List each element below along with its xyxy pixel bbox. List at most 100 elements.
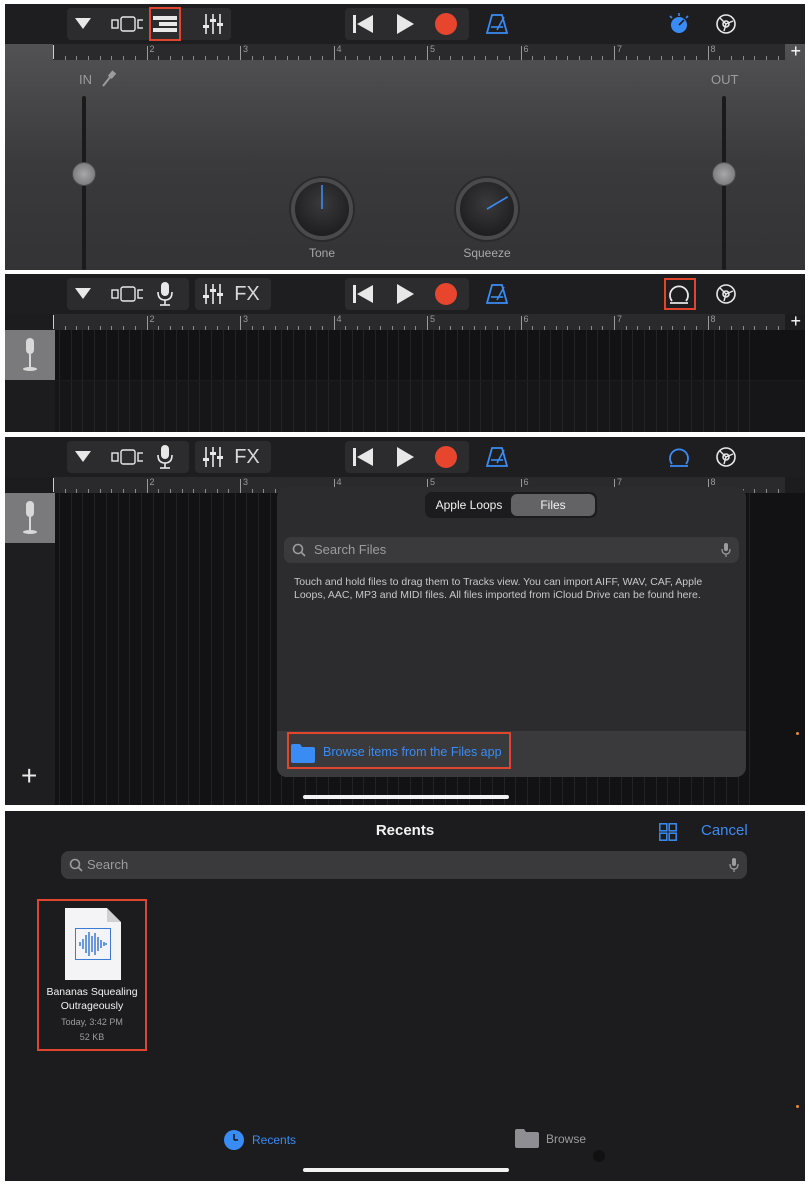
grid-line: [562, 381, 564, 432]
grid-line: [737, 330, 739, 380]
ruler-bar-line: [614, 316, 615, 330]
tab-files[interactable]: Files: [511, 494, 595, 516]
timeline-ruler[interactable]: 2 3 4 5 6 7 8: [53, 314, 785, 330]
ruler-number: 8: [710, 44, 716, 54]
audio-track-header[interactable]: [5, 330, 55, 380]
ruler-tick: [497, 56, 499, 60]
view-toggle-icon: [111, 16, 143, 32]
squeeze-knob[interactable]: [456, 178, 518, 240]
playhead-marker[interactable]: [53, 315, 54, 329]
tab-apple-loops[interactable]: Apple Loops: [427, 494, 511, 516]
ruler-tick: [649, 56, 651, 60]
search-field[interactable]: Search: [61, 851, 747, 879]
grid-line: [421, 330, 423, 380]
output-label: OUT: [711, 72, 739, 87]
playhead-marker[interactable]: [53, 45, 54, 59]
metronome-button[interactable]: [481, 441, 513, 473]
cancel-button[interactable]: Cancel: [701, 822, 748, 839]
mixer-sliders-icon: [203, 284, 223, 304]
add-section-button[interactable]: +: [790, 42, 801, 60]
mixer-sliders-icon: [203, 14, 223, 34]
ruler-tick: [637, 56, 639, 60]
rewind-button[interactable]: [347, 278, 379, 310]
file-name-line2: Outrageously: [60, 1000, 124, 1012]
metronome-icon: [486, 14, 508, 34]
settings-button[interactable]: [710, 441, 742, 473]
ruler-tick: [251, 56, 253, 60]
tracks-menu-button[interactable]: [67, 8, 99, 40]
ruler-bar-line: [333, 316, 335, 330]
waveform-icon: [75, 928, 111, 960]
empty-track-area[interactable]: [55, 381, 805, 432]
grid-line: [152, 330, 154, 380]
squeeze-label: Squeeze: [463, 246, 511, 260]
play-button[interactable]: [389, 278, 421, 310]
ruler-number: 6: [523, 44, 529, 54]
view-toggle-icon: [111, 286, 143, 302]
grid-line: [328, 381, 330, 432]
settings-button[interactable]: [710, 278, 742, 310]
tab-browse[interactable]: Browse: [515, 1129, 586, 1148]
grid-view-icon[interactable]: [659, 823, 677, 841]
instrument-button[interactable]: [149, 441, 181, 473]
mixer-button[interactable]: [197, 8, 229, 40]
view-toggle-button[interactable]: [111, 8, 143, 40]
grid-line: [667, 381, 669, 432]
ruler-number: 2: [149, 314, 155, 324]
grid-line: [679, 381, 681, 432]
ruler-number: 7: [617, 477, 623, 487]
fx-button[interactable]: FX: [231, 441, 263, 473]
search-files-field[interactable]: Search Files: [284, 537, 739, 563]
mixer-button[interactable]: [197, 278, 229, 310]
grid-line: [82, 330, 84, 380]
instrument-button[interactable]: [149, 278, 181, 310]
record-button[interactable]: [430, 8, 462, 40]
track-lane[interactable]: [55, 330, 805, 380]
metronome-button[interactable]: [481, 8, 513, 40]
ruler-bar-line: [333, 46, 335, 60]
tracks-view-panel: FX 2 3 4 5 6 7 8 +: [5, 274, 805, 432]
ruler-bar-line: [614, 46, 615, 60]
fx-button[interactable]: FX: [231, 278, 263, 310]
tracks-menu-button[interactable]: [67, 441, 99, 473]
rewind-button[interactable]: [347, 441, 379, 473]
microphone-icon: [729, 858, 739, 872]
ruler-tick: [99, 56, 101, 60]
tuner-icon: [669, 13, 689, 33]
record-button[interactable]: [430, 441, 462, 473]
play-button[interactable]: [389, 8, 421, 40]
view-toggle-button[interactable]: [111, 278, 143, 310]
loop-browser-button[interactable]: [663, 441, 695, 473]
tuner-button[interactable]: [663, 8, 695, 40]
record-button[interactable]: [430, 278, 462, 310]
output-level-thumb[interactable]: [712, 162, 736, 187]
microphone-icon: [157, 282, 173, 306]
ruler-tick: [730, 56, 732, 60]
audio-track-header[interactable]: [5, 493, 55, 543]
grid-line: [585, 381, 587, 432]
grid-line: [608, 381, 610, 432]
timeline-ruler[interactable]: 2 3 4 5 6 7 8: [53, 44, 785, 60]
view-toggle-button[interactable]: [111, 441, 143, 473]
play-button[interactable]: [389, 441, 421, 473]
grid-line: [94, 493, 96, 805]
mixer-button[interactable]: [197, 441, 229, 473]
metronome-button[interactable]: [481, 278, 513, 310]
tab-recents[interactable]: Recents: [223, 1129, 296, 1151]
rewind-button[interactable]: [347, 8, 379, 40]
ruler-number: 8: [710, 314, 716, 324]
input-level-thumb[interactable]: [72, 162, 96, 187]
ruler-tick: [532, 56, 534, 60]
ruler-tick: [275, 56, 277, 60]
playhead-marker[interactable]: [53, 478, 54, 492]
add-track-button[interactable]: +: [21, 762, 37, 790]
grid-line: [468, 381, 470, 432]
grid-line: [725, 330, 727, 380]
audio-file-item[interactable]: Bananas Squealing Outrageously Today, 3:…: [37, 899, 147, 1051]
settings-button[interactable]: [710, 8, 742, 40]
add-section-button[interactable]: +: [790, 312, 801, 330]
tracks-menu-button[interactable]: [67, 278, 99, 310]
grid-line: [620, 330, 622, 380]
tone-knob[interactable]: [291, 178, 353, 240]
input-jack-icon: [102, 70, 117, 87]
